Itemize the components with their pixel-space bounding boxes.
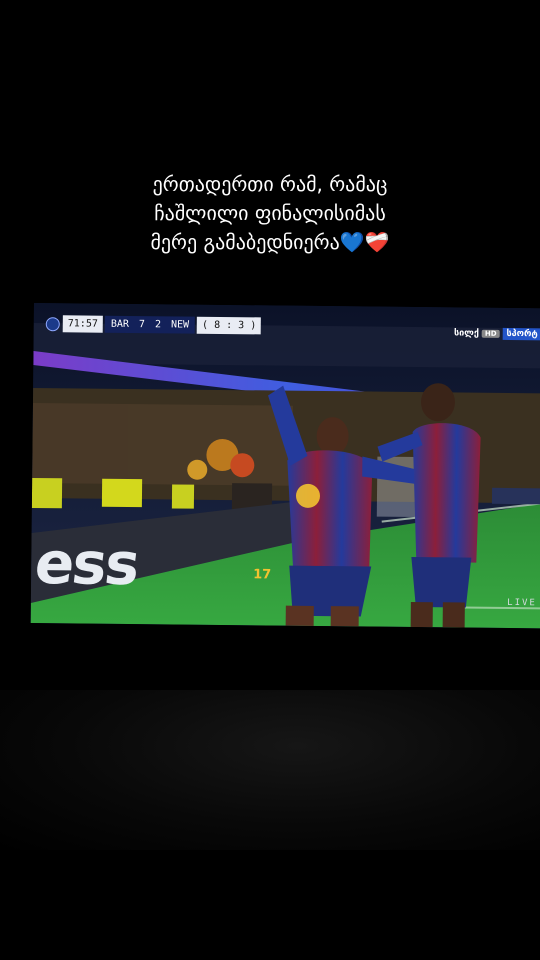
score-line: BAR 7 2 NEW (104, 315, 196, 334)
competition-logo-icon (45, 316, 60, 331)
blanket-foreground (0, 690, 540, 850)
broadcaster-name: სილქ (453, 328, 479, 339)
aggregate-score: ( 8 : 3 ) (196, 316, 262, 335)
scoreboard: 71:57 BAR 7 2 NEW ( 8 : 3 ) (45, 315, 262, 335)
home-team: BAR (110, 318, 130, 330)
ad-board-text: ess (31, 529, 142, 599)
caption-line-1: ერთადერთი რამ, რამაც (152, 172, 388, 196)
away-score: 2 (154, 319, 162, 331)
jersey-number: 17 (253, 567, 272, 583)
tv-screen: ess 17 71:57 BAR 7 2 NEW ( 8 : 3 ) სილქ … (30, 303, 540, 629)
caption-line-3: მერე გამაბედნიერა💙❤️‍🩹 (150, 230, 390, 254)
hd-badge: HD (481, 329, 500, 338)
caption-line-2: ჩაშლილი ფინალისიმას (154, 201, 386, 225)
broadcaster-channel: სპორტ (502, 327, 540, 341)
match-clock: 71:57 (62, 315, 103, 333)
caption-text: ერთადერთი რამ, რამაც ჩაშლილი ფინალისიმას… (0, 170, 540, 257)
home-score: 7 (138, 319, 146, 331)
live-indicator: LIVE (507, 597, 537, 609)
away-team: NEW (170, 319, 190, 331)
broadcaster-logo: სილქ HD სპორტ (453, 327, 540, 341)
